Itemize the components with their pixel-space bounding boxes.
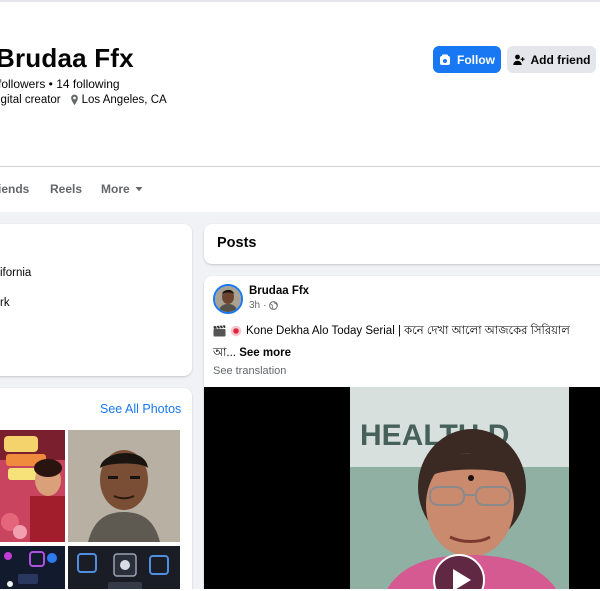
see-more-link[interactable]: See more (239, 347, 291, 359)
gaming-graphic-image (0, 546, 65, 591)
clapper-board-icon (213, 325, 226, 337)
post-card: Brudaa Ffx 3h · Kone Dekha Alo Today Ser… (204, 276, 600, 591)
profile-category: igital creator (0, 94, 61, 106)
photo-thumbnail[interactable] (0, 430, 65, 542)
caret-down-icon (135, 187, 143, 192)
intro-card: ifornia rk (0, 224, 192, 376)
photos-card: See All Photos (0, 388, 192, 591)
post-text: Kone Dekha Alo Today Serial | কনে দেখা আ… (213, 320, 600, 364)
see-translation-link[interactable]: See translation (213, 365, 286, 377)
posts-header-card: Posts (204, 224, 600, 264)
post-text-line2: আ... (213, 347, 236, 359)
tab-friends-label: iends (0, 182, 30, 196)
follow-page-icon (440, 54, 450, 65)
post-time-text[interactable]: 3h (249, 300, 260, 311)
intro-works-at: rk (0, 297, 10, 309)
location-pin-icon (70, 94, 78, 106)
tab-friends[interactable]: iends (0, 182, 29, 196)
posts-title: Posts (217, 235, 257, 251)
post-timestamp: 3h · (249, 300, 279, 311)
profile-name: Brudaa Ffx (0, 43, 134, 73)
add-friend-label: Add friend (530, 52, 591, 67)
profile-stats[interactable]: followers • 14 following (0, 77, 120, 91)
follow-button[interactable]: Follow (433, 46, 501, 73)
serial-poster-image (0, 430, 65, 542)
profile-location: Los Angeles, CA (81, 94, 167, 106)
portrait-photo-image (68, 430, 180, 542)
globe-icon (269, 301, 279, 310)
profile-meta: igital creator Los Angeles, CA (0, 94, 167, 106)
tab-more-label: More (101, 182, 130, 196)
tab-more[interactable]: More (101, 182, 143, 196)
profile-tabs: iends Reels More (0, 167, 600, 211)
photo-thumbnail[interactable] (0, 546, 65, 591)
person-plus-icon (512, 54, 525, 65)
play-button[interactable] (433, 554, 485, 591)
author-avatar-image (215, 286, 241, 312)
gaming-graphic-image (68, 546, 180, 591)
play-icon (453, 569, 471, 591)
red-record-icon (230, 325, 242, 337)
follow-label: Follow (457, 52, 495, 67)
tab-reels[interactable]: Reels (50, 182, 82, 196)
profile-header: Brudaa Ffx followers • 14 following igit… (0, 0, 600, 212)
avatar[interactable] (213, 284, 243, 314)
photo-thumbnail[interactable] (68, 430, 180, 542)
photo-thumbnail[interactable] (68, 546, 180, 591)
see-all-photos-link[interactable]: See All Photos (100, 402, 181, 416)
post-author[interactable]: Brudaa Ffx (249, 285, 309, 297)
intro-lives-in: ifornia (0, 267, 32, 279)
post-text-line1: Kone Dekha Alo Today Serial | কনে দেখা আ… (246, 325, 570, 337)
top-strip (0, 0, 600, 2)
add-friend-button[interactable]: Add friend (507, 46, 596, 73)
tab-reels-label: Reels (50, 182, 83, 196)
post-video[interactable]: HEALTH D (204, 387, 600, 591)
